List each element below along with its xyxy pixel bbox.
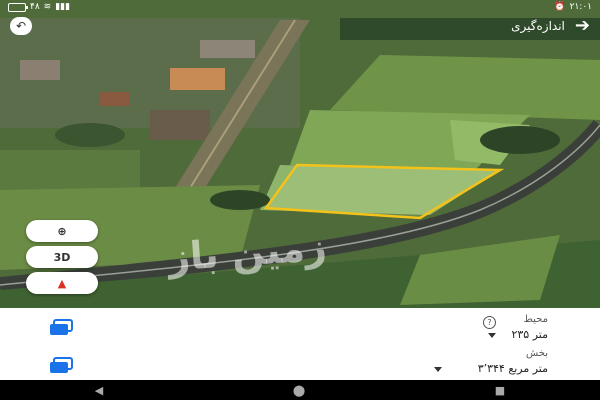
- system-nav-bar: ◀ ⬤ ■: [0, 380, 600, 400]
- top-bar: ↶ اندازه‌گیری ➔: [0, 14, 600, 38]
- area-label: بخش: [526, 348, 548, 359]
- location-crosshair-icon: ⊕: [57, 224, 67, 238]
- status-bar: ۴۸ ≋ ▮▮▮ ⏰ ۲۱:۰۱: [0, 0, 600, 14]
- perimeter-unit-dropdown-icon[interactable]: [488, 333, 496, 338]
- perimeter-label: محیط: [523, 314, 548, 325]
- area-row: بخش ۳٬۳۴۴ متر مربع: [0, 344, 600, 380]
- battery-icon: [8, 2, 28, 12]
- status-icons: ۴۸ ≋ ▮▮▮: [8, 2, 70, 12]
- view-3d-button[interactable]: 3D: [26, 246, 98, 268]
- alarm-icon: ⏰: [554, 2, 566, 12]
- battery-level: ۴۸: [30, 2, 40, 12]
- signal-icon: ▮▮▮: [55, 2, 71, 12]
- my-location-button[interactable]: ⊕: [26, 220, 98, 242]
- page-title: اندازه‌گیری: [511, 19, 565, 33]
- compass-icon: ▲: [57, 276, 67, 290]
- wifi-icon: ≋: [43, 2, 52, 12]
- undo-icon[interactable]: ↶: [10, 17, 32, 35]
- area-unit-dropdown-icon[interactable]: [434, 367, 442, 372]
- copy-icon[interactable]: [48, 356, 76, 374]
- area-value: ۳٬۳۴۴ متر مربع: [477, 362, 548, 375]
- perimeter-row: ? محیط ۲۳۵ متر: [0, 308, 600, 344]
- home-nav-icon[interactable]: ⬤: [293, 384, 305, 397]
- recents-nav-icon[interactable]: ■: [495, 384, 505, 397]
- view-3d-label: 3D: [53, 250, 71, 264]
- arrow-right-icon[interactable]: ➔: [575, 17, 590, 35]
- status-time: ۲۱:۰۱: [569, 2, 592, 12]
- perimeter-value: ۲۳۵ متر: [511, 328, 548, 341]
- measurement-sheet: ? محیط ۲۳۵ متر بخش ۳٬۳۴۴ متر مربع: [0, 308, 600, 380]
- title-area: اندازه‌گیری ➔: [511, 17, 590, 35]
- compass-button[interactable]: ▲: [26, 272, 98, 294]
- status-right: ⏰ ۲۱:۰۱: [554, 2, 592, 12]
- back-nav-icon[interactable]: ◀: [95, 384, 103, 397]
- info-icon[interactable]: ?: [483, 316, 496, 329]
- copy-icon[interactable]: [48, 318, 76, 336]
